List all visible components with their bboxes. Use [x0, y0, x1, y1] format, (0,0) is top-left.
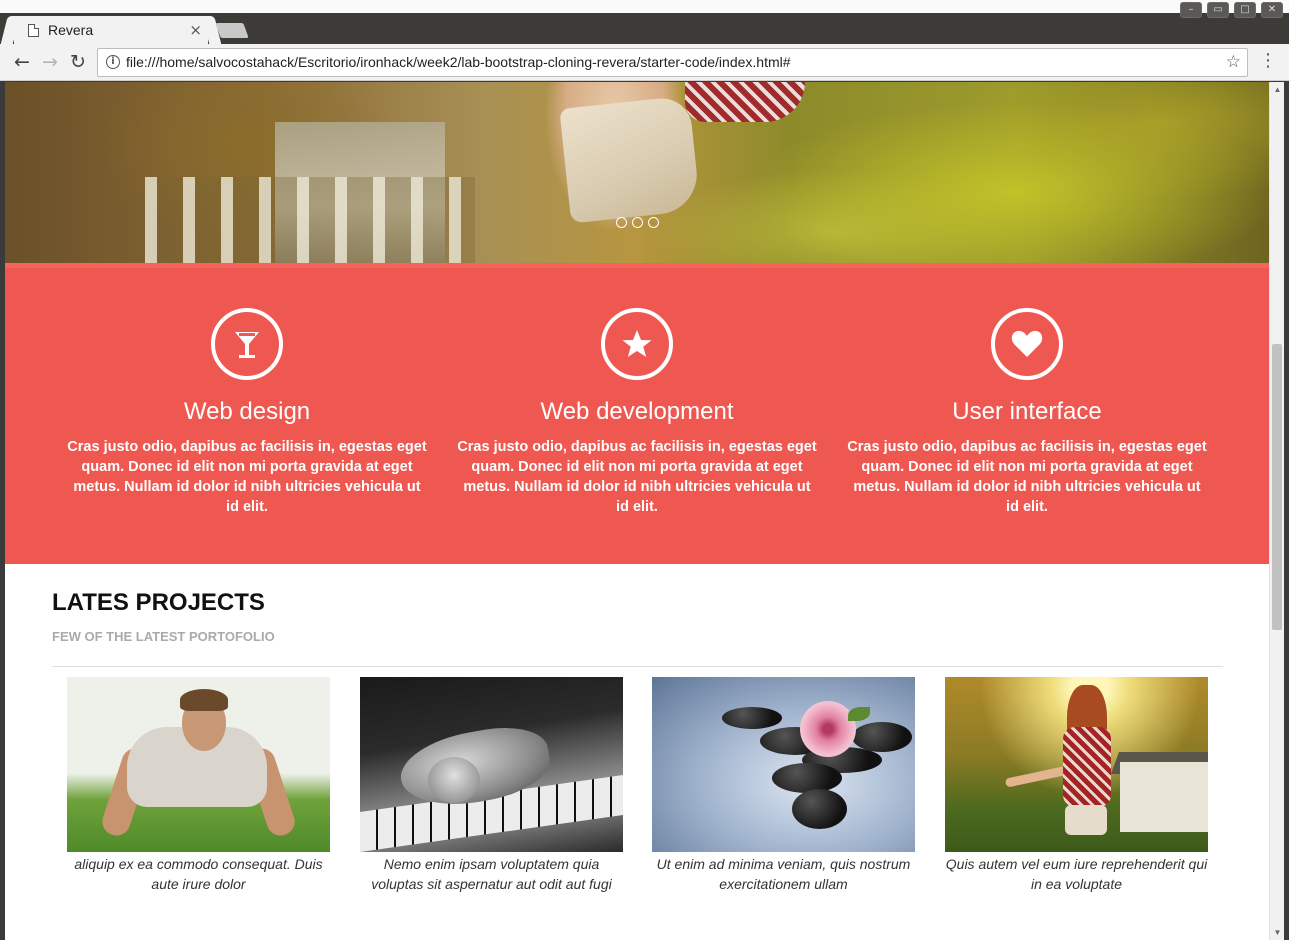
projects-title: LATES PROJECTS [52, 589, 265, 616]
cocktail-glass-icon [211, 308, 283, 380]
vertical-scrollbar[interactable]: ▲ ▼ [1269, 82, 1284, 940]
restore-icon[interactable]: ▭ [1207, 2, 1229, 18]
hero-shirt [685, 82, 805, 122]
project-caption: Quis autem vel eum iure reprehenderit qu… [945, 856, 1208, 892]
tab-title: Revera [48, 22, 94, 38]
service-text: Cras justo odio, dapibus ac facilisis in… [67, 439, 427, 515]
service-user-interface: User interface Cras justo odio, dapibus … [847, 308, 1207, 517]
project-card[interactable]: Ut enim ad minima veniam, quis nostrum e… [652, 677, 915, 894]
girl-in-sunlight-image[interactable] [945, 677, 1208, 852]
info-icon[interactable]: i [106, 55, 120, 69]
carousel-dot[interactable] [616, 217, 627, 228]
projects-subtitle: FEW OF THE LATEST PORTOFOLIO [52, 629, 275, 644]
service-text: Cras justo odio, dapibus ac facilisis in… [457, 439, 817, 515]
carousel-dot[interactable] [648, 217, 659, 228]
carousel-dot[interactable] [632, 217, 643, 228]
project-caption: Nemo enim ipsam voluptatem quia voluptas… [371, 856, 612, 892]
back-arrow-icon[interactable]: ← [10, 50, 34, 74]
project-card[interactable]: Quis autem vel eum iure reprehenderit qu… [945, 677, 1208, 894]
hero-carousel [5, 82, 1269, 263]
scroll-thumb[interactable] [1272, 344, 1282, 630]
close-window-icon[interactable]: ✕ [1261, 2, 1283, 18]
hero-shorts [559, 95, 701, 224]
minimize-icon[interactable]: – [1180, 2, 1202, 18]
scroll-down-icon[interactable]: ▼ [1273, 928, 1282, 937]
tab-close-icon[interactable]: × [189, 21, 202, 39]
services-section: Web design Cras justo odio, dapibus ac f… [5, 263, 1269, 564]
hero-fence [145, 177, 475, 263]
maximize-icon[interactable]: □ [1234, 2, 1256, 18]
window-frame [1284, 82, 1289, 940]
browser-tab[interactable]: Revera × [14, 16, 208, 46]
project-caption: aliquip ex ea commodo consequat. Duis au… [74, 856, 323, 892]
star-icon [601, 308, 673, 380]
project-card[interactable]: aliquip ex ea commodo consequat. Duis au… [67, 677, 330, 894]
project-caption: Ut enim ad minima veniam, quis nostrum e… [656, 856, 911, 892]
service-title: Web design [183, 398, 311, 425]
divider [52, 666, 1223, 667]
service-title: User interface [952, 398, 1102, 425]
service-web-design: Web design Cras justo odio, dapibus ac f… [67, 308, 427, 517]
url-text[interactable]: file:///home/salvocostahack/Escritorio/i… [126, 54, 791, 70]
rose-on-black-stones-image[interactable] [652, 677, 915, 852]
scroll-up-icon[interactable]: ▲ [1273, 85, 1282, 94]
titlebar-strip [0, 0, 1289, 13]
man-doing-pushups-image[interactable] [67, 677, 330, 852]
page-icon [28, 24, 39, 37]
window-controls: – ▭ □ ✕ [1180, 2, 1283, 18]
carousel-indicators [616, 217, 659, 228]
menu-icon[interactable]: ⋮ [1259, 50, 1277, 74]
browser-titlebar: – ▭ □ ✕ Revera × [0, 0, 1289, 46]
browser-toolbar: ← → ↻ i file:///home/salvocostahack/Escr… [0, 44, 1289, 81]
service-title: Web development [540, 398, 734, 425]
page-viewport: Web design Cras justo odio, dapibus ac f… [5, 82, 1269, 940]
star-icon[interactable]: ☆ [1226, 52, 1241, 72]
kitten-on-piano-image[interactable] [360, 677, 623, 852]
heart-icon [991, 308, 1063, 380]
service-text: Cras justo odio, dapibus ac facilisis in… [847, 439, 1207, 515]
project-card[interactable]: Nemo enim ipsam voluptatem quia voluptas… [360, 677, 623, 894]
new-tab-button[interactable] [215, 23, 249, 38]
service-web-development: Web development Cras justo odio, dapibus… [457, 308, 817, 517]
address-bar[interactable]: i file:///home/salvocostahack/Escritorio… [97, 48, 1248, 77]
reload-icon[interactable]: ↻ [66, 50, 90, 74]
forward-arrow-icon[interactable]: → [38, 50, 62, 74]
